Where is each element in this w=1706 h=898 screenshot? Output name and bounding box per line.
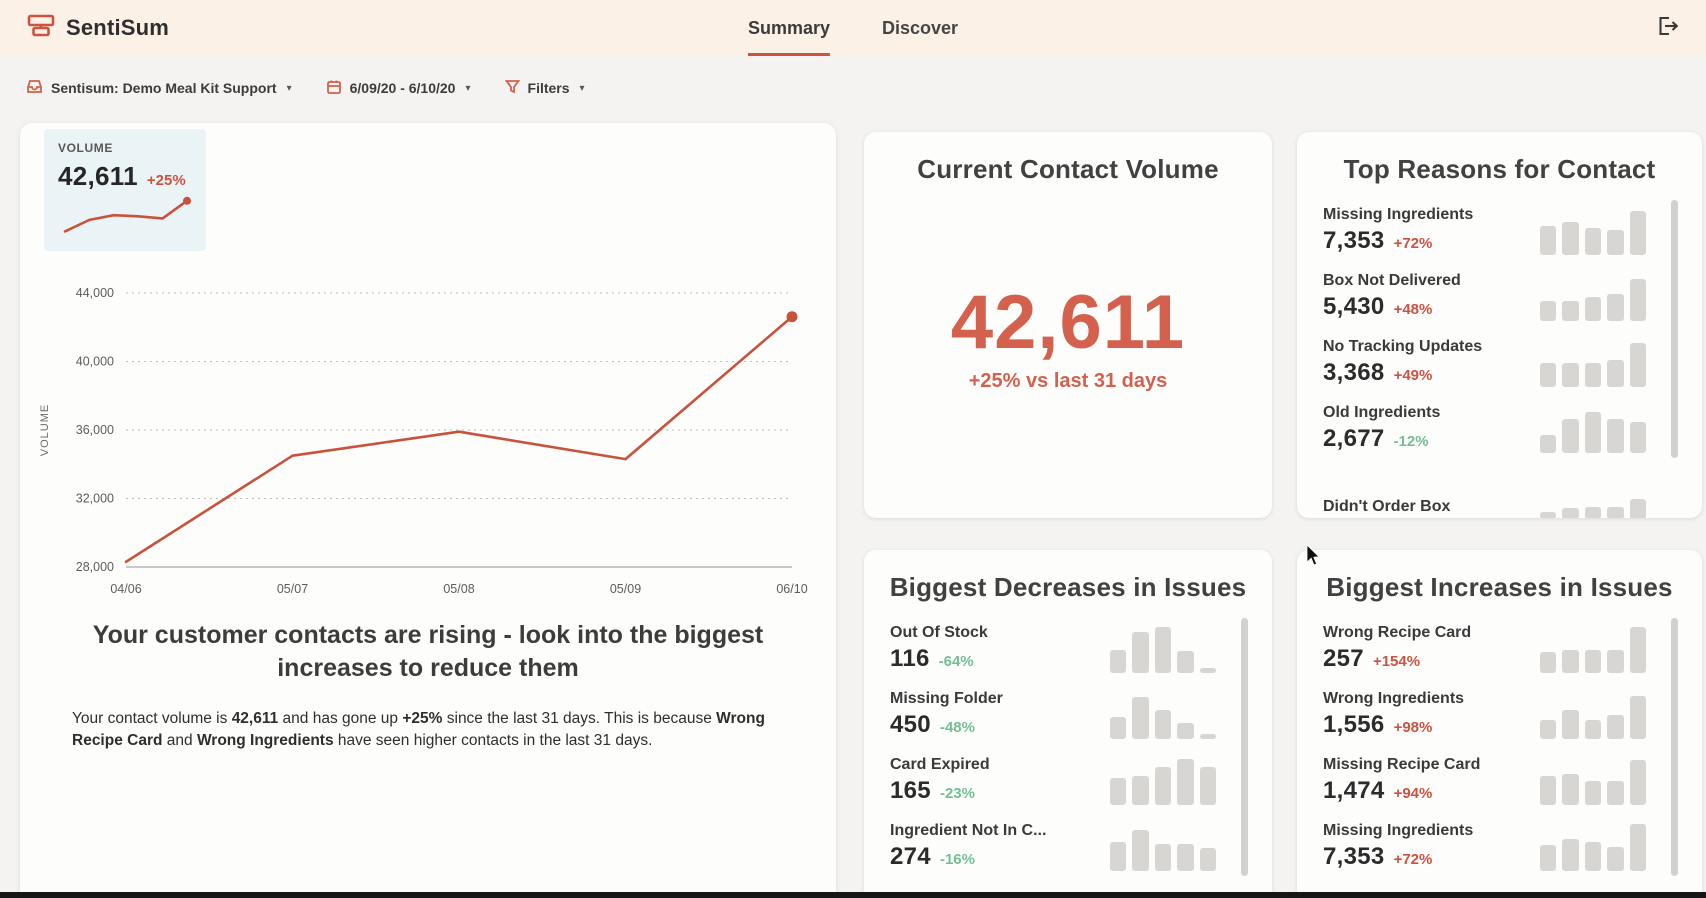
biggest-increases-card: Biggest Increases in Issues Wrong Recipe… (1297, 550, 1702, 898)
mini-bar-chart (1110, 687, 1217, 739)
svg-text:VOLUME: VOLUME (39, 404, 51, 456)
tab-summary[interactable]: Summary (747, 0, 830, 56)
mini-bar-chart (1110, 621, 1217, 673)
svg-text:05/08: 05/08 (443, 582, 474, 596)
main-tabs: Summary Discover (747, 0, 958, 56)
mini-bar-chart (1540, 203, 1647, 255)
reason-row[interactable]: Wrong Recipe Card 257 +154% (1323, 615, 1676, 681)
sentisum-logo-icon (26, 11, 56, 46)
mini-bar-chart (1540, 269, 1647, 321)
chevron-down-icon: ▾ (579, 82, 585, 94)
mini-bar-chart (1540, 753, 1647, 805)
app-header: SentiSum Summary Discover (0, 0, 1706, 56)
dataset-selector[interactable]: Sentisum: Demo Meal Kit Support ▾ (26, 78, 292, 98)
reason-row[interactable]: Old Ingredients 2,677 -12% (1323, 395, 1676, 461)
reason-row[interactable]: Ingredient Not In C... 274 -16% (890, 813, 1246, 879)
tab-discover[interactable]: Discover (882, 0, 958, 56)
mini-bar-chart (1110, 753, 1217, 805)
volume-kpi-tile[interactable]: VOLUME 42,611 +25% (44, 129, 206, 251)
card-title: Biggest Decreases in Issues (889, 572, 1247, 602)
brand[interactable]: SentiSum (26, 11, 169, 46)
current-volume-change: +25% vs last 31 days (968, 370, 1168, 392)
reason-row[interactable]: Missing Folder 450 -48% (890, 681, 1246, 747)
scrollbar[interactable] (1671, 618, 1678, 876)
mouse-cursor-icon (1306, 544, 1322, 572)
volume-line-chart: 28,000 32,000 36,000 40,000 44,000 04/06 05/07… (34, 263, 822, 615)
mini-bar-chart (1110, 819, 1217, 871)
reason-row[interactable]: Out Of Stock 116 -64% (890, 615, 1246, 681)
svg-text:40,000: 40,000 (76, 355, 114, 369)
filter-bar: Sentisum: Demo Meal Kit Support ▾ 6/09/2… (26, 78, 585, 98)
reason-row[interactable]: Card Expired 165 -23% (890, 747, 1246, 813)
svg-text:32,000: 32,000 (76, 492, 114, 506)
card-title: Top Reasons for Contact (1343, 154, 1656, 184)
date-range-selector[interactable]: 6/09/20 - 6/10/20 ▾ (326, 79, 471, 98)
svg-text:44,000: 44,000 (76, 286, 114, 300)
line-chart-svg: 28,000 32,000 36,000 40,000 44,000 04/06 05/07… (39, 286, 808, 596)
reason-list: Missing Ingredients 7,353 +72% Box Not D… (1323, 197, 1676, 518)
chevron-down-icon: ▾ (465, 82, 471, 94)
insight-headline: Your customer contacts are rising - look… (92, 621, 764, 682)
volume-kpi-value: 42,611 (58, 161, 138, 191)
volume-kpi-label: VOLUME (58, 141, 113, 155)
card-title: Current Contact Volume (917, 154, 1219, 184)
card-title: Biggest Increases in Issues (1326, 572, 1673, 602)
svg-text:04/06: 04/06 (110, 582, 141, 596)
calendar-icon (326, 79, 342, 98)
current-contact-volume-card: Current Contact Volume 42,611 +25% vs la… (864, 132, 1272, 518)
reason-row[interactable]: Missing Ingredients 7,353 +72% (1323, 813, 1676, 879)
funnel-icon (504, 79, 520, 97)
svg-text:06/10: 06/10 (776, 582, 807, 596)
reason-row[interactable]: Missing Ingredients 7,353 +72% (1323, 197, 1676, 263)
mini-bar-chart (1540, 335, 1647, 387)
mini-bar-chart (1540, 819, 1647, 871)
mini-bar-chart (1540, 401, 1647, 453)
logout-icon (1654, 13, 1680, 44)
mini-bar-chart (1540, 687, 1647, 739)
reason-row[interactable]: Box Not Delivered 5,430 +48% (1323, 263, 1676, 329)
volume-overview-card: VOLUME 42,611 +25% 28,000 32,000 36,000 40,… (20, 123, 836, 898)
reason-list: Wrong Recipe Card 257 +154% Wrong Ingred… (1323, 615, 1676, 898)
current-volume-value: 42,611 (950, 280, 1186, 365)
svg-text:28,000: 28,000 (76, 560, 114, 574)
chevron-down-icon: ▾ (286, 82, 292, 94)
svg-text:05/09: 05/09 (610, 582, 641, 596)
sentisum-dashboard: SentiSum Summary Discover Sentisum: Demo… (0, 0, 1706, 898)
volume-sparkline (63, 196, 191, 233)
volume-kpi-change: +25% (146, 172, 186, 189)
mini-bar-chart (1540, 467, 1647, 518)
mini-bar-chart (1540, 621, 1647, 673)
logout-button[interactable] (1654, 13, 1680, 44)
reason-row[interactable]: Didn't Order Box (1323, 461, 1676, 518)
reason-row[interactable]: Missing Recipe Card 1,474 +94% (1323, 747, 1676, 813)
svg-text:05/07: 05/07 (277, 582, 308, 596)
scrollbar[interactable] (1241, 618, 1248, 876)
top-reasons-card: Top Reasons for Contact Missing Ingredie… (1297, 132, 1702, 518)
reason-row[interactable]: No Tracking Updates 3,368 +49% (1323, 329, 1676, 395)
insight-body: Your contact volume is 42,611 and has go… (72, 710, 765, 750)
filters-dropdown[interactable]: Filters ▾ (504, 79, 585, 97)
inbox-icon (26, 78, 43, 98)
biggest-decreases-card: Biggest Decreases in Issues Out Of Stock… (864, 550, 1272, 898)
brand-name: SentiSum (66, 15, 170, 40)
scrollbar[interactable] (1671, 200, 1678, 458)
reason-row[interactable]: Wrong Ingredients 1,556 +98% (1323, 681, 1676, 747)
svg-text:36,000: 36,000 (76, 423, 114, 437)
bottom-edge-bar (0, 892, 1706, 898)
reason-list: Out Of Stock 116 -64% Missing Folder 450… (890, 615, 1246, 898)
